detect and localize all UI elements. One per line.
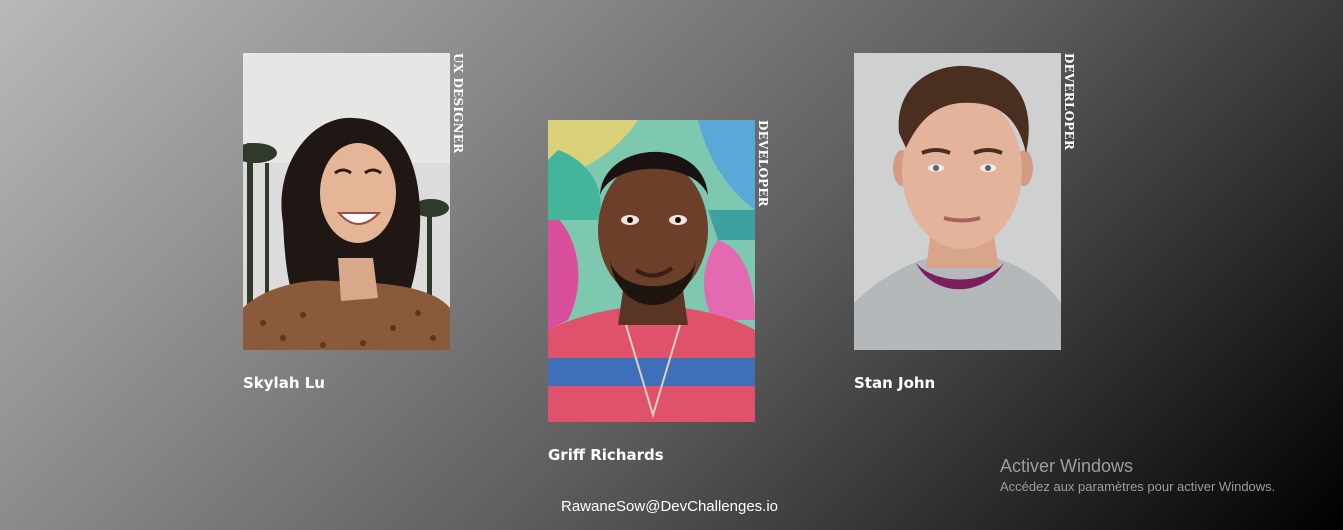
member-name: Stan John: [854, 374, 936, 392]
role-label: DEVELOPER: [756, 120, 770, 207]
member-name: Skylah Lu: [243, 374, 325, 392]
windows-activation-watermark: Activer Windows Accédez aux paramètres p…: [1000, 455, 1275, 497]
portrait-photo: [548, 120, 755, 422]
portrait-photo: [854, 53, 1061, 350]
role-label: DEVERLOPER: [1062, 53, 1076, 151]
member-name: Griff Richards: [548, 446, 664, 464]
watermark-subtitle: Accédez aux paramètres pour activer Wind…: [1000, 479, 1276, 494]
role-label: UX DESIGNER: [451, 53, 465, 154]
watermark-title: Activer Windows: [1000, 456, 1134, 476]
portrait-photo: [243, 53, 450, 350]
footer-credit: RawaneSow@DevChallenges.io: [561, 498, 779, 515]
